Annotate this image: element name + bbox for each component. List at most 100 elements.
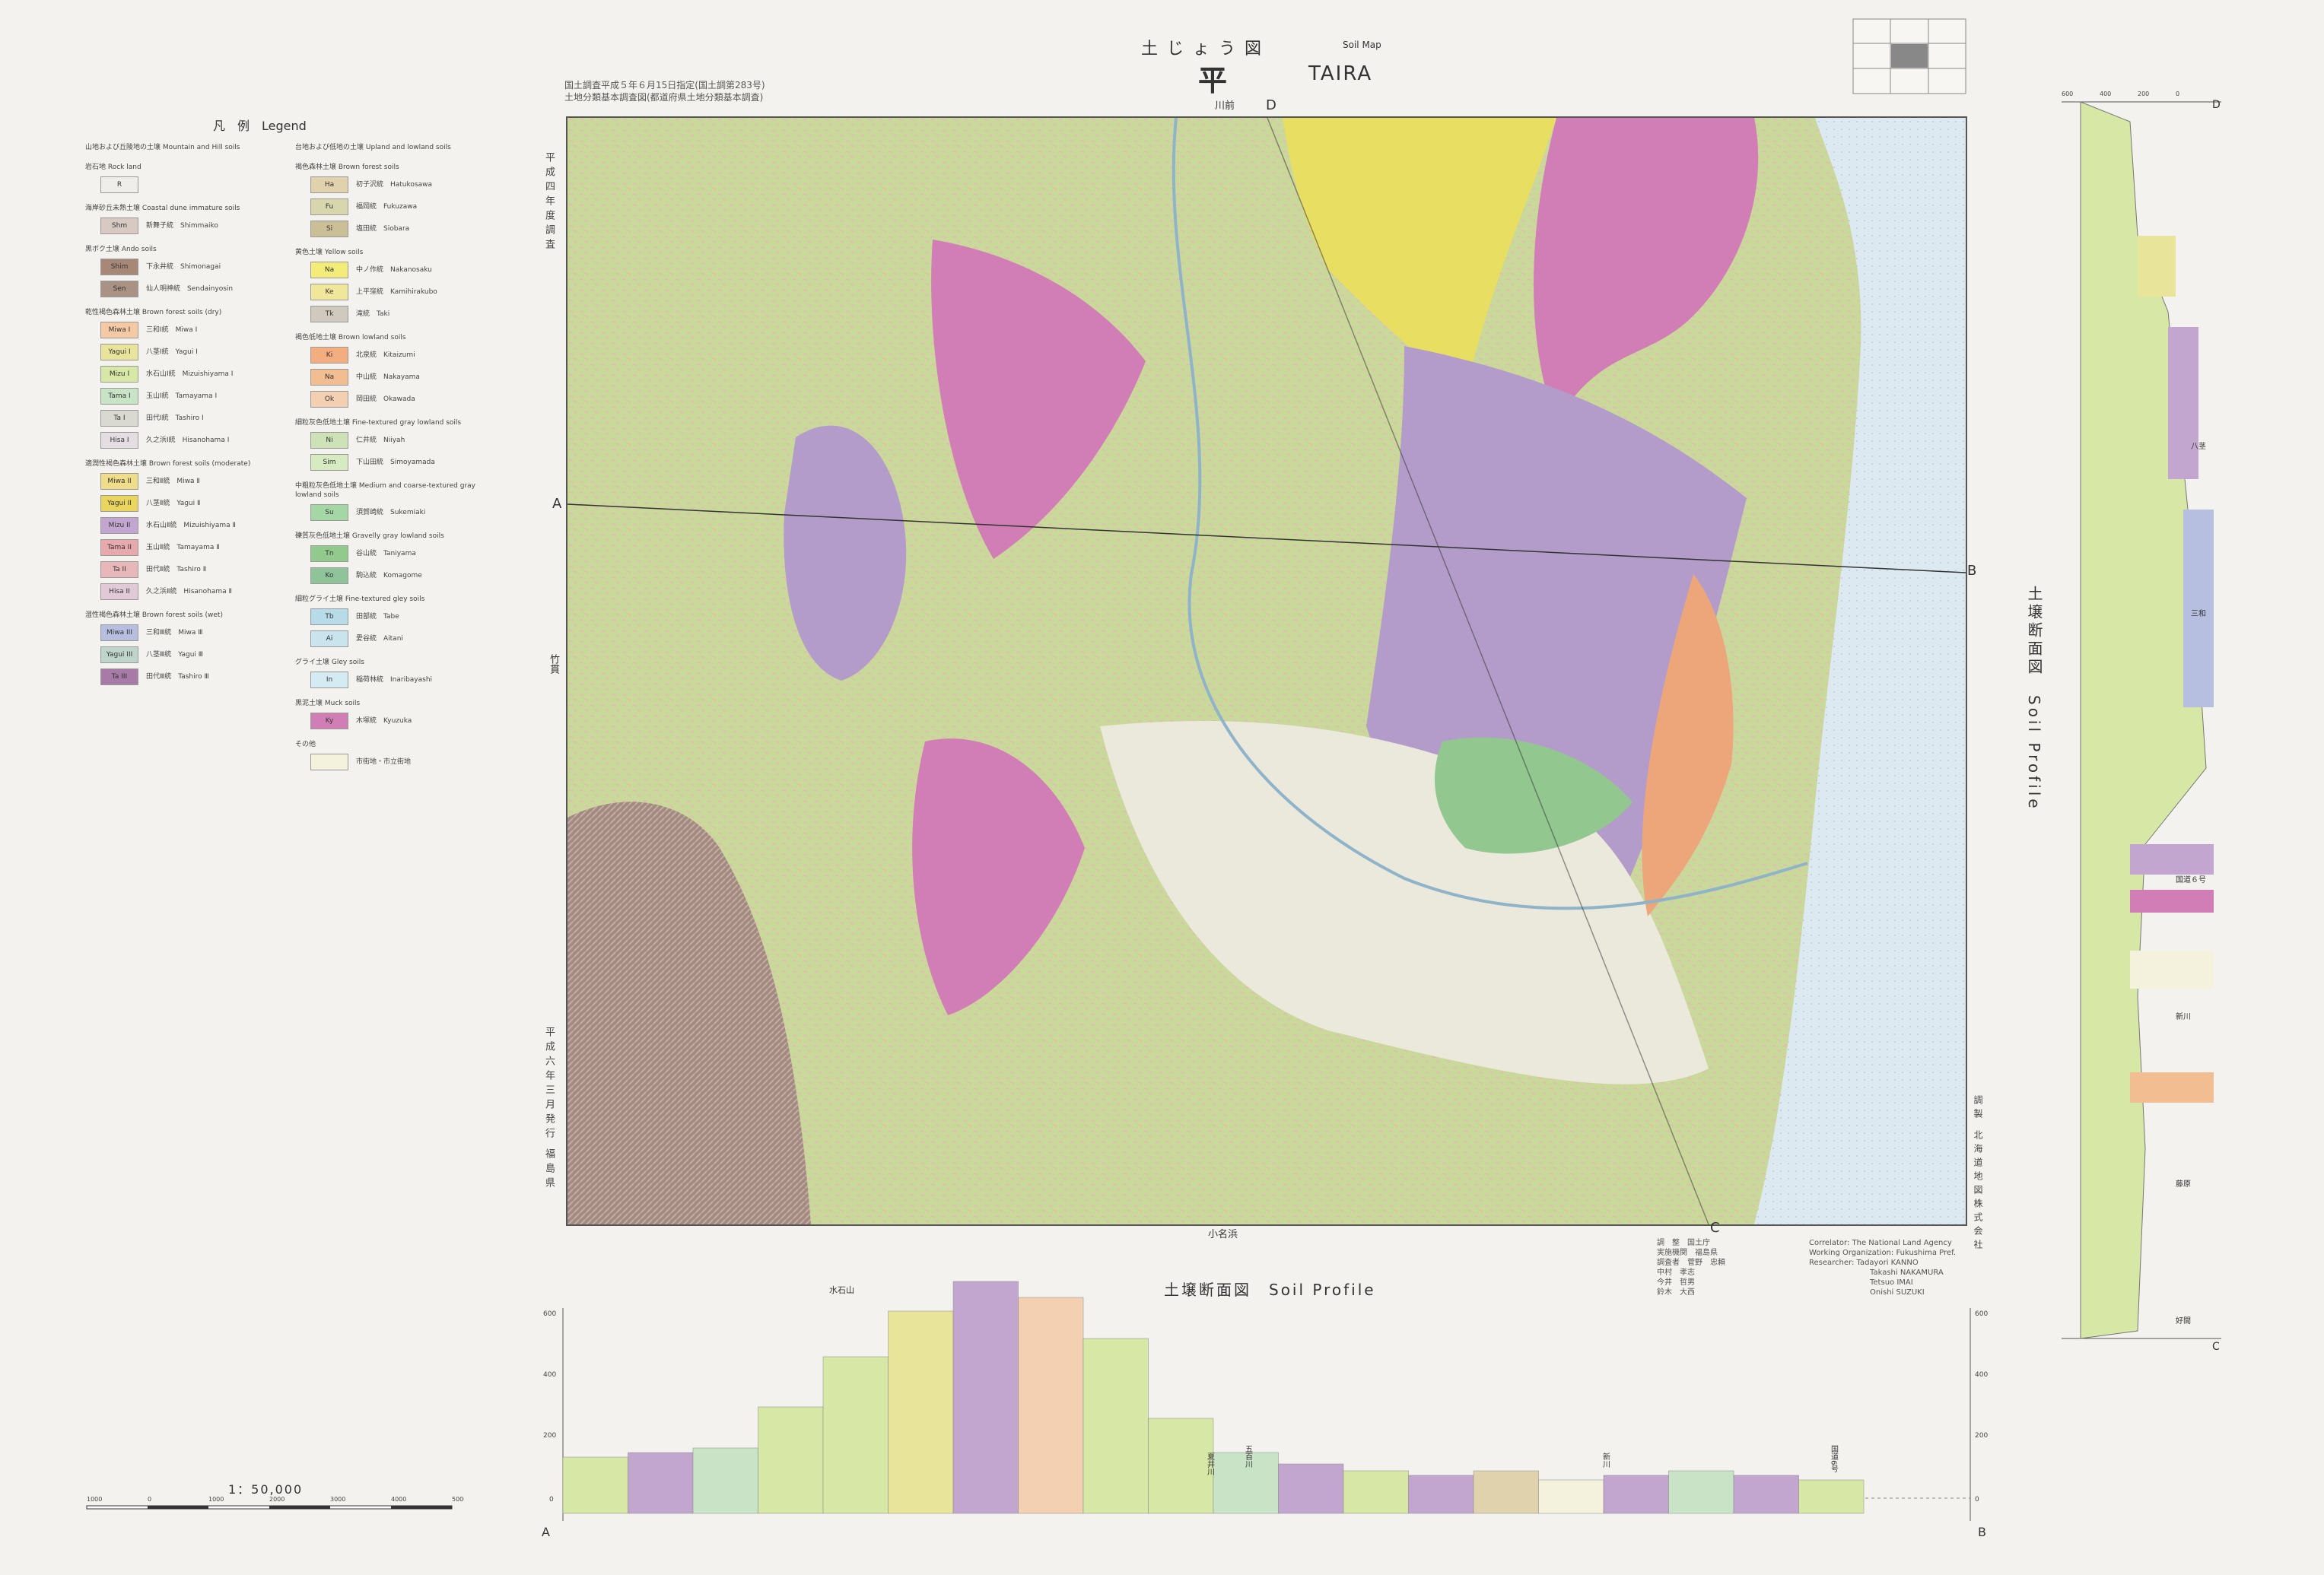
legend-group-name: 褐色低地土壌 Brown lowland soils [295,334,406,341]
map-title-sheet-english: TAIRA [1308,62,1373,85]
legend-group: 褐色低地土壌 Brown lowland soils Ki 北泉統 Kitaizum… [295,333,493,408]
scale-tick-label: 2000 [269,1496,285,1503]
legend-swatch: Yagui III [100,646,138,663]
soil-profile-vertical: D C 600 400 200 0 八茎 三和 国道６号 新川 藤原 好間 [2062,90,2221,1353]
legend-swatch: Tama I [100,388,138,405]
vplace-label-1: 八茎 [2191,442,2206,451]
legend-item-name: 滝統 Taki [356,310,390,318]
scale-tick-label: 0 [148,1496,151,1503]
legend-item: Ni 仁井統 Niiyah [310,432,493,449]
legend-group: 岩石地 Rock land R [85,163,283,193]
legend-item-name: 塩田統 Siobara [356,225,410,233]
legend-group: 黄色土壌 Yellow soils Na 中ノ作統 Nakanosaku Ke 上平窪統… [295,248,493,322]
legend-group-name: グライ土壌 Gley soils [295,659,364,666]
legend-swatch: Miwa III [100,624,138,641]
legend-swatch: Tama II [100,539,138,556]
map-edge-place-top: 川前 [1215,100,1235,112]
legend-item: Su 須賀崎統 Sukemiaki [310,504,493,521]
scale-tick-label: 5000M [452,1496,464,1503]
soil-profile-horizontal: 600 400 200 0 600 400 200 0 A B 水石山 夏井川 … [542,1281,1988,1539]
legend-group-name: 台地および低地の土壌 Upland and lowland soils [295,144,451,151]
legend-item: Hisa II 久之浜Ⅱ統 Hisanohama Ⅱ [100,583,283,600]
legend-column-2: 台地および低地の土壌 Upland and lowland soils 褐色森林土… [295,143,493,781]
legend-item: Ok 岡田統 Okawada [310,391,493,408]
legend-swatch: Si [310,221,348,237]
legend-group-name: 礫質灰色低地土壌 Gravelly gray lowland soils [295,532,444,540]
vplace-label-5: 藤原 [2176,1180,2191,1189]
legend-item-name: 初子沢統 Hatukosawa [356,181,432,189]
legend-swatch: Ky [310,713,348,729]
legend-group: 乾性褐色森林土壌 Brown forest soils (dry) Miwa I 三… [85,308,283,449]
legend-group-name: 中粗粒灰色低地土壌 Medium and coarse-textured gra… [295,482,475,499]
legend-item-name: 水石山Ⅱ統 Mizuishiyama Ⅱ [146,522,236,529]
legend-item-name: 市街地・市立街地 [356,758,412,766]
legend-item-name: 久之浜Ⅰ統 Hisanohama Ⅰ [146,437,230,444]
legend-item: Tama II 玉山Ⅱ統 Tamayama Ⅱ [100,539,283,556]
legend-item-name: 中ノ作統 Nakanosaku [356,266,432,274]
legend-swatch: Ke [310,284,348,300]
legend-swatch: Na [310,369,348,386]
profile-layer [1668,1470,1734,1514]
legend-item: Sim 下山田統 Simoyamada [310,454,493,471]
profile-layer [1083,1338,1149,1514]
legend-group: 細粒グライ土壌 Fine-textured gley soils Tb 田部統 Ta… [295,595,493,647]
scale-tick-label: 3000 [330,1496,345,1503]
survey-note-1: 国土調査平成５年６月15日指定(国土調第283号) [564,80,765,90]
legend-swatch: Miwa I [100,322,138,338]
place-label-gohyaku: 五百川 [1244,1445,1253,1468]
profile-marker-b: B [1967,563,1977,579]
vaxis-0: 0 [2176,90,2179,97]
legend-item-name: 駒込統 Komagome [356,572,422,580]
legend-item-name: 田部統 Tabe [356,613,399,621]
legend-item: Na 中山統 Nakayama [310,369,493,386]
legend-swatch: Ni [310,432,348,449]
legend-item: Shim 下永井統 Shimonagai [100,259,283,275]
legend-item-name: 田代Ⅰ統 Tashiro Ⅰ [146,414,204,422]
vprofile-layer-3 [2130,951,2214,989]
profile-layer [952,1281,1019,1514]
scale-tick-label: 1000 [208,1496,224,1503]
index-map-grid [1852,18,1966,94]
profile-layer [562,1456,628,1514]
vprofile-layer-4 [2130,1072,2214,1103]
legend-item: Na 中ノ作統 Nakanosaku [310,262,493,278]
legend-item: Miwa II 三和Ⅱ統 Miwa Ⅱ [100,473,283,490]
legend-swatch: Mizu II [100,517,138,534]
vaxis-400: 400 [2100,90,2111,97]
publish-date-vertical: 平成六年三月発行 [543,1027,555,1142]
legend-item: Mizu I 水石山Ⅰ統 Mizuishiyama Ⅰ [100,366,283,383]
map-edge-place-left: 竹貫 [548,654,559,674]
legend-item-name: 三和Ⅱ統 Miwa Ⅱ [146,478,200,485]
legend-group: 礫質灰色低地土壌 Gravelly gray lowland soils Tn 谷山… [295,532,493,584]
legend-swatch: Ki [310,347,348,364]
map-title-soilmap: Soil Map [1343,40,1381,50]
map-title-sheet-kanji: 平 [1198,64,1228,97]
legend-group-name: 湿性褐色森林土壌 Brown forest soils (wet) [85,611,223,619]
legend-group-name: 褐色森林土壌 Brown forest soils [295,164,399,171]
legend-item-name: 八茎Ⅱ統 Yagui Ⅱ [146,500,201,507]
legend-item: Ta I 田代Ⅰ統 Tashiro Ⅰ [100,410,283,427]
vplace-label-6: 好間 [2176,1316,2191,1326]
profile-layer [1473,1470,1539,1514]
legend-swatch: Miwa II [100,473,138,490]
legend-group: 台地および低地の土壌 Upland and lowland soils [295,143,493,152]
vaxis-600: 600 [2062,90,2073,97]
legend-swatch: Ok [310,391,348,408]
legend-swatch: Tn [310,545,348,562]
vaxis-200: 200 [2138,90,2149,97]
legend-item: Si 塩田統 Siobara [310,221,493,237]
legend-group: その他 市街地・市立街地 [295,740,493,770]
legend-swatch: Sim [310,454,348,471]
legend-swatch: Ko [310,567,348,584]
vprofile-layer-5 [2138,236,2176,297]
vprofile-layer-2 [2130,890,2214,913]
vprofile-end-d: D [2212,99,2221,111]
legend-group-name: 細粒灰色低地土壌 Fine-textured gray lowland soil… [295,419,462,427]
soil-map[interactable] [566,116,1967,1226]
credit-line: Working Organization: Fukushima Pref. [1809,1249,1957,1257]
place-label-natsui: 夏井川 [1206,1453,1215,1475]
legend-item-name: 上平窪統 Kamihirakubo [356,288,437,296]
legend-item: Ki 北泉統 Kitaizumi [310,347,493,364]
legend-item: Ai 愛谷統 Aitani [310,630,493,647]
legend-item-name: 岡田統 Okawada [356,395,415,403]
